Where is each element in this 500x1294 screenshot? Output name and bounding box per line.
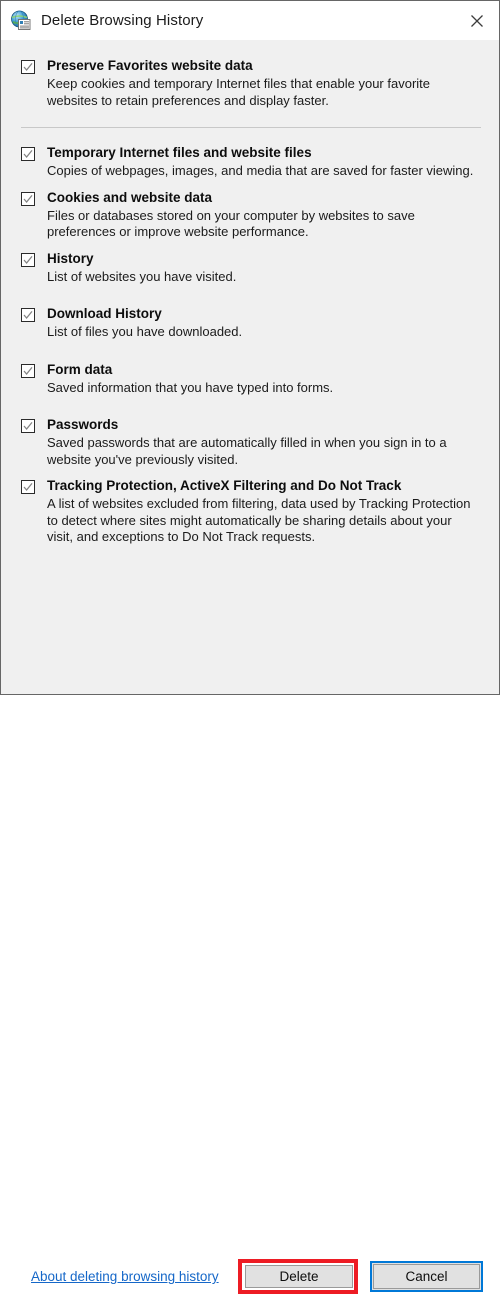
title-bar: Delete Browsing History (1, 1, 499, 40)
option-history[interactable]: History List of websites you have visite… (21, 251, 481, 286)
option-header: Passwords (47, 417, 481, 432)
options-list: Preserve Favorites website data Keep coo… (1, 40, 499, 620)
about-deleting-browsing-history-link[interactable]: About deleting browsing history (31, 1269, 219, 1284)
option-header: Preserve Favorites website data (47, 58, 481, 73)
option-header: Download History (47, 306, 481, 321)
checkbox-download-history[interactable] (21, 308, 35, 322)
checkbox-form-data[interactable] (21, 363, 35, 378)
option-title: Cookies and website data (47, 189, 213, 205)
checkbox-cookies-and-website-data[interactable] (21, 191, 35, 206)
option-title: History (47, 250, 94, 266)
option-header: History (47, 251, 481, 266)
checkbox-tracking-protection[interactable] (21, 480, 35, 494)
option-header: Temporary Internet files and website fil… (47, 145, 481, 160)
delete-button[interactable]: Delete (245, 1265, 353, 1288)
option-description: List of websites you have visited. (47, 268, 237, 284)
option-title: Tracking Protection, ActiveX Filtering a… (47, 478, 402, 493)
cancel-button[interactable]: Cancel (373, 1264, 480, 1289)
option-header: Cookies and website data (47, 190, 481, 205)
option-download-history[interactable]: Download History List of files you have … (21, 306, 481, 341)
dialog-footer: About deleting browsing history Delete C… (1, 620, 499, 1294)
option-title: Download History (47, 306, 162, 321)
option-description: List of files you have downloaded. (47, 324, 243, 339)
option-preserve-favorites[interactable]: Preserve Favorites website data Keep coo… (21, 58, 481, 109)
option-cookies-and-website-data[interactable]: Cookies and website data Files or databa… (21, 190, 481, 241)
close-icon[interactable] (454, 1, 499, 40)
option-passwords[interactable]: Passwords Saved passwords that are autom… (21, 417, 481, 468)
option-description: A list of websites excluded from filteri… (47, 496, 471, 544)
delete-button-highlight: Delete (238, 1259, 358, 1294)
option-description: Saved information that you have typed in… (47, 379, 334, 395)
option-title: Form data (47, 361, 113, 377)
section-divider (21, 127, 481, 128)
option-header: Form data (47, 362, 481, 377)
option-title: Preserve Favorites website data (47, 58, 253, 73)
option-description: Files or databases stored on your comput… (47, 207, 415, 240)
internet-explorer-history-icon (10, 10, 32, 32)
checkbox-passwords[interactable] (21, 419, 35, 433)
checkbox-preserve-favorites[interactable] (21, 60, 35, 74)
option-description: Keep cookies and temporary Internet file… (47, 76, 430, 108)
window-title: Delete Browsing History (41, 12, 204, 29)
option-form-data[interactable]: Form data Saved information that you hav… (21, 362, 481, 397)
checkbox-history[interactable] (21, 252, 35, 267)
cancel-button-focus-ring: Cancel (370, 1261, 483, 1292)
option-title: Temporary Internet files and website fil… (47, 145, 312, 160)
option-description: Saved passwords that are automatically f… (47, 435, 447, 467)
checkbox-temporary-internet-files[interactable] (21, 147, 35, 161)
delete-browsing-history-dialog: Delete Browsing History Preserve Favorit… (0, 0, 500, 1294)
option-tracking-protection[interactable]: Tracking Protection, ActiveX Filtering a… (21, 478, 481, 546)
option-header: Tracking Protection, ActiveX Filtering a… (47, 478, 481, 493)
option-temporary-internet-files[interactable]: Temporary Internet files and website fil… (21, 145, 481, 180)
option-description: Copies of webpages, images, and media th… (47, 163, 474, 178)
option-title: Passwords (47, 417, 119, 432)
